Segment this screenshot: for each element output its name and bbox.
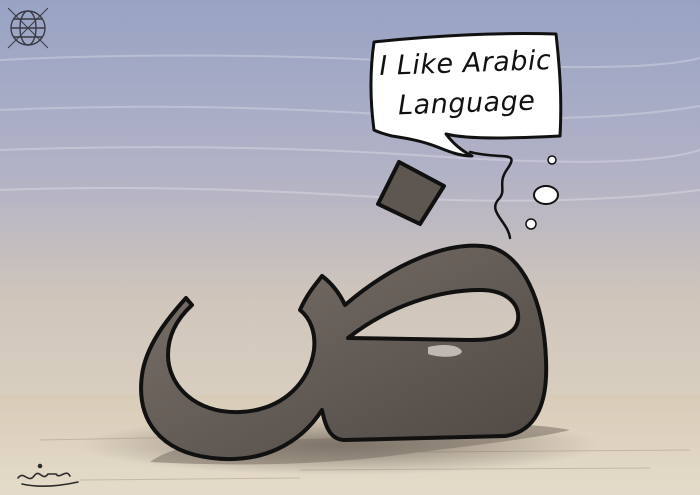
thought-dot-large (533, 185, 559, 205)
thought-dot-medium (525, 218, 537, 230)
cartoon-artwork (0, 0, 700, 495)
cartoon-scene: I Like Arabic Language (0, 0, 700, 495)
thought-dot-small (547, 155, 557, 165)
caption-line-1: I Like Arabic (378, 45, 552, 83)
caption-line-2: Language (397, 85, 536, 122)
speech-bubble-text: I Like Arabic Language (370, 33, 561, 136)
